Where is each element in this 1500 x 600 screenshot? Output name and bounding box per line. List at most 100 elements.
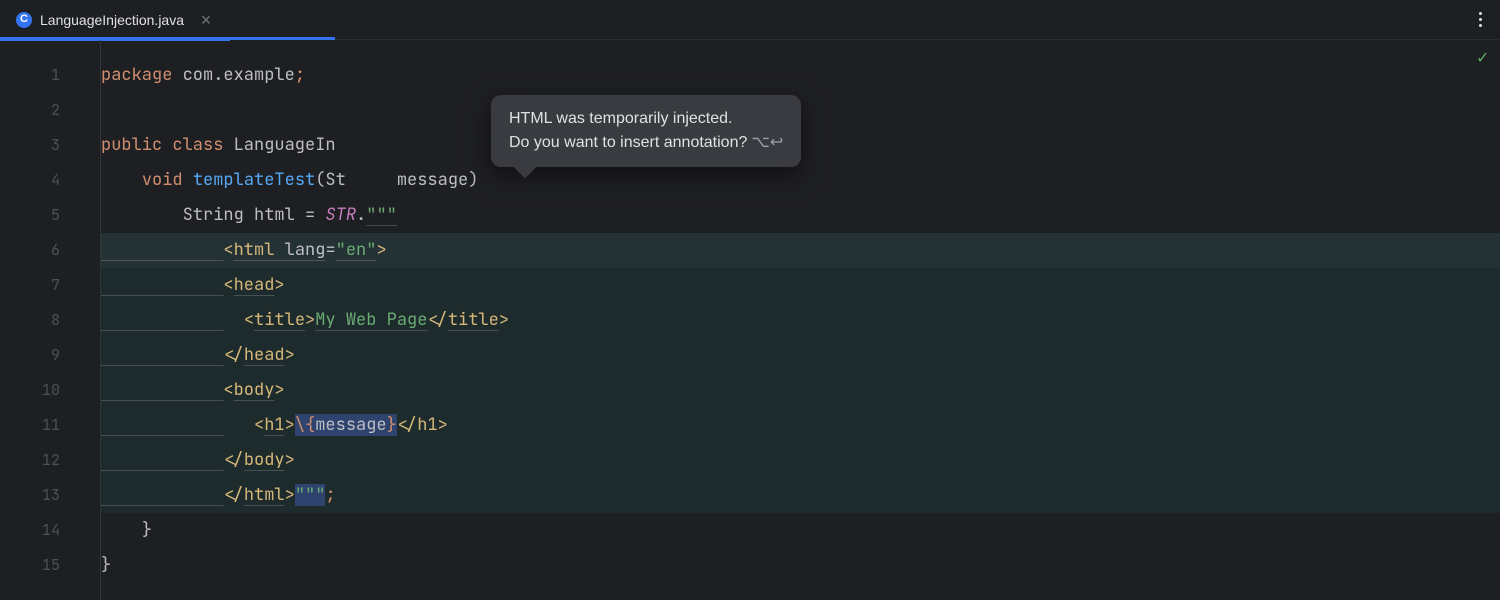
line-number[interactable]: 14 bbox=[0, 513, 100, 548]
line-number[interactable]: 8 bbox=[0, 303, 100, 338]
code-line[interactable]: String html = STR.""" bbox=[101, 198, 1500, 233]
type-string: String bbox=[183, 204, 244, 226]
file-tab-label: LanguageInjection.java bbox=[40, 13, 184, 27]
angle-close: > bbox=[285, 344, 295, 366]
line-number[interactable]: 2 bbox=[0, 93, 100, 128]
indent bbox=[101, 449, 223, 471]
line-number-gutter[interactable]: 1 2 3 4 5 6 7 8 9 10 11 12 13 14 15 bbox=[0, 40, 100, 600]
indent bbox=[101, 484, 223, 506]
keyword-package: package bbox=[101, 64, 172, 86]
code-line[interactable]: <body> bbox=[101, 373, 1500, 408]
code-line[interactable]: } bbox=[101, 548, 1500, 583]
angle-close: > bbox=[285, 414, 295, 436]
code-line[interactable]: <h1>\{message}</h1> bbox=[101, 408, 1500, 443]
tag-title: title bbox=[254, 309, 305, 331]
line-number[interactable]: 13 bbox=[0, 478, 100, 513]
code-line[interactable]: package com.example; bbox=[101, 58, 1500, 93]
tag-body-close: body bbox=[244, 449, 285, 471]
popup-shortcut: ⌥↩ bbox=[751, 134, 783, 151]
code-line[interactable]: </body> bbox=[101, 443, 1500, 478]
code-line[interactable]: <title>My Web Page</title> bbox=[101, 303, 1500, 338]
angle-open: < bbox=[254, 414, 264, 436]
angle-close: > bbox=[285, 449, 295, 471]
indent bbox=[101, 274, 223, 296]
code-line[interactable]: </html>"""; bbox=[101, 478, 1500, 513]
injection-hint-popup[interactable]: HTML was temporarily injected. Do you wa… bbox=[491, 95, 801, 167]
tag-title-close: title bbox=[448, 309, 499, 331]
method-name: templateTest bbox=[193, 169, 315, 191]
close-brace: } bbox=[101, 554, 111, 576]
code-line[interactable]: <head> bbox=[101, 268, 1500, 303]
template-expr-close: } bbox=[387, 414, 397, 436]
tag-head-close: head bbox=[244, 344, 285, 366]
angle-open-close: </ bbox=[223, 344, 243, 366]
indent bbox=[101, 414, 223, 436]
code-editor[interactable]: ✓ 1 2 3 4 5 6 7 8 9 10 11 12 13 14 15 HT… bbox=[0, 40, 1500, 600]
popup-line-2: Do you want to insert annotation? bbox=[509, 134, 747, 151]
code-line[interactable]: void templateTest(St message) bbox=[101, 163, 1500, 198]
line-number[interactable]: 5 bbox=[0, 198, 100, 233]
tag-head: head bbox=[234, 274, 275, 296]
indent bbox=[101, 239, 223, 261]
angle-close: > bbox=[285, 484, 295, 506]
equals: = bbox=[325, 239, 335, 261]
angle-close: > bbox=[274, 274, 284, 296]
semicolon: ; bbox=[325, 484, 335, 506]
line-number[interactable]: 6 bbox=[0, 233, 100, 268]
keyword-class: class bbox=[172, 134, 223, 156]
keyword-void: void bbox=[142, 169, 183, 191]
line-number[interactable]: 3 bbox=[0, 128, 100, 163]
angle-open: < bbox=[223, 379, 233, 401]
code-area[interactable]: HTML was temporarily injected. Do you wa… bbox=[100, 40, 1500, 600]
tag-html: html bbox=[234, 239, 275, 261]
line-number[interactable]: 10 bbox=[0, 373, 100, 408]
title-text: My Web Page bbox=[315, 309, 427, 331]
angle-open: < bbox=[244, 309, 254, 331]
line-number[interactable]: 4 bbox=[0, 163, 100, 198]
attr-value-en: "en" bbox=[336, 239, 377, 261]
angle-open-close: </ bbox=[223, 449, 243, 471]
line-number[interactable]: 12 bbox=[0, 443, 100, 478]
dot: . bbox=[356, 204, 366, 226]
indent bbox=[101, 344, 223, 366]
close-tab-button[interactable]: × bbox=[198, 12, 214, 28]
line-number[interactable]: 9 bbox=[0, 338, 100, 373]
attr-lang: lang bbox=[285, 239, 326, 261]
equals: = bbox=[295, 204, 326, 226]
angle-close: > bbox=[438, 414, 448, 436]
angle-close: > bbox=[499, 309, 509, 331]
code-line-current[interactable]: <html lang="en"> bbox=[101, 233, 1500, 268]
code-line[interactable]: </head> bbox=[101, 338, 1500, 373]
var-html: html bbox=[254, 204, 295, 226]
space bbox=[274, 239, 284, 261]
line-number[interactable]: 15 bbox=[0, 548, 100, 583]
tag-body: body bbox=[234, 379, 275, 401]
tab-more-button[interactable] bbox=[1460, 0, 1500, 40]
close-brace: } bbox=[142, 519, 152, 541]
angle-close: > bbox=[376, 239, 386, 261]
kebab-icon bbox=[1479, 12, 1482, 27]
line-number[interactable]: 7 bbox=[0, 268, 100, 303]
java-class-icon: C bbox=[16, 12, 32, 28]
line-number[interactable]: 1 bbox=[0, 58, 100, 93]
code-line[interactable]: } bbox=[101, 513, 1500, 548]
popup-line-1: HTML was temporarily injected. bbox=[509, 107, 783, 131]
str-template-processor: STR bbox=[325, 204, 356, 226]
angle-open-close: </ bbox=[223, 484, 243, 506]
tag-h1-close: h1 bbox=[417, 414, 437, 436]
indent bbox=[101, 379, 223, 401]
method-params: (St message) bbox=[315, 169, 499, 191]
editor-tab-bar: C LanguageInjection.java × bbox=[0, 0, 1500, 40]
file-tab[interactable]: C LanguageInjection.java × bbox=[0, 0, 230, 40]
indent bbox=[101, 309, 223, 331]
keyword-public: public bbox=[101, 134, 162, 156]
tag-h1: h1 bbox=[264, 414, 284, 436]
angle-open: < bbox=[223, 274, 233, 296]
template-expr-open: \{ bbox=[295, 414, 315, 436]
tag-html-close: html bbox=[244, 484, 285, 506]
angle-open-close: </ bbox=[397, 414, 417, 436]
template-var-message: message bbox=[315, 414, 386, 436]
angle-close: > bbox=[274, 379, 284, 401]
line-number[interactable]: 11 bbox=[0, 408, 100, 443]
triple-quote-open: """ bbox=[366, 204, 397, 226]
